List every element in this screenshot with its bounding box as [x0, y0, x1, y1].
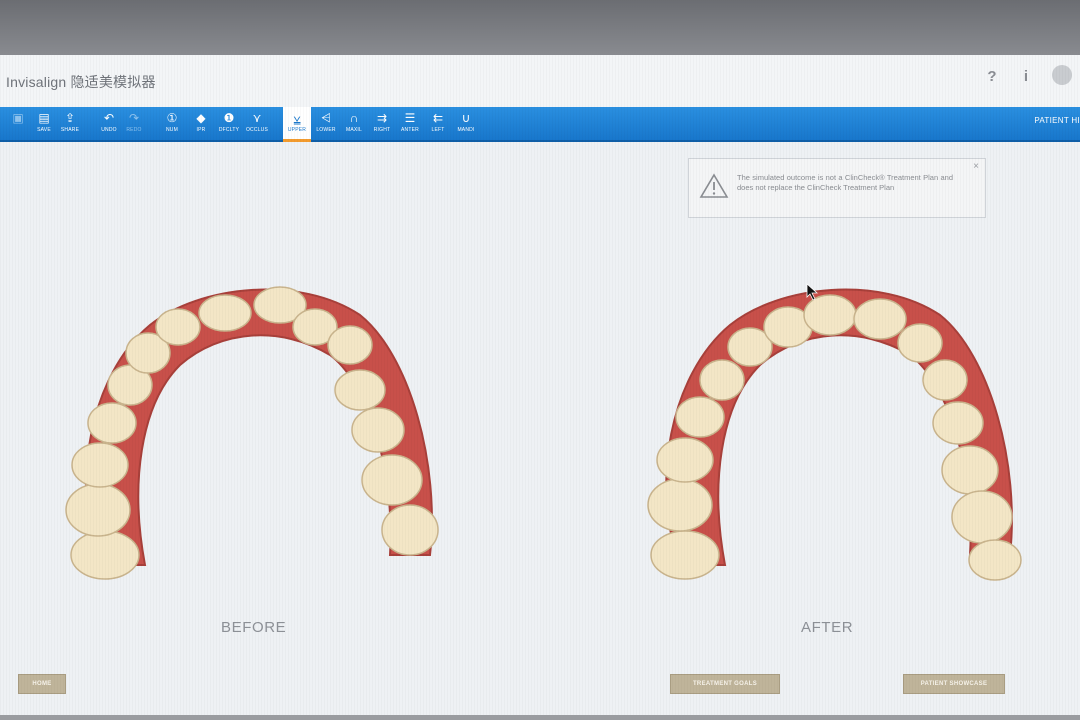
tooth [932, 401, 984, 445]
anterior-view-button[interactable]: ☰ ANTER [396, 107, 424, 140]
save-button[interactable]: ▤ SAVE [30, 107, 58, 140]
difficulty-button[interactable]: ❶ DFCLTY [215, 107, 243, 140]
left-view-icon: ⇇ [432, 111, 444, 125]
tooth [941, 445, 999, 495]
patient-showcase-button[interactable]: PATIENT SHOWCASE [903, 674, 1005, 694]
tooth [71, 442, 129, 488]
info-icon[interactable]: i [1018, 65, 1034, 87]
tooth [968, 539, 1022, 581]
occlusion-button[interactable]: ⋎ OCCLUS [243, 107, 271, 140]
before-arch-model[interactable] [60, 265, 460, 585]
maxillary-view-button[interactable]: ∩ MAXIL [340, 107, 368, 140]
right-view-button[interactable]: ⇉ RIGHT [368, 107, 396, 140]
redo-icon: ↷ [128, 111, 140, 125]
tooth [327, 325, 373, 365]
after-label: AFTER [801, 619, 854, 636]
app-window: Invisalign 隐适美模拟器 ? i ▣ ▤ SAVE ⇪ SHARE ↶… [0, 55, 1080, 715]
home-button[interactable]: HOME [18, 674, 66, 694]
warning-icon [699, 173, 729, 198]
tooth [381, 504, 439, 556]
mouse-cursor-icon [806, 283, 819, 301]
left-view-button[interactable]: ⇇ LEFT [424, 107, 452, 140]
user-avatar-icon[interactable] [1052, 65, 1072, 85]
lower-arch-icon: ⩤ [321, 111, 331, 125]
tooth [65, 483, 131, 537]
upper-arch-button[interactable]: ⩣ UPPER [283, 107, 311, 142]
title-icons: ? i [984, 65, 1072, 87]
undo-button[interactable]: ↶ UNDO [95, 107, 123, 140]
occlusion-icon: ⋎ [252, 111, 262, 125]
difficulty-icon: ❶ [223, 111, 235, 125]
mandibular-icon: ∪ [461, 111, 471, 125]
close-icon[interactable]: × [973, 161, 979, 172]
right-view-icon: ⇉ [376, 111, 388, 125]
tooth [351, 407, 405, 453]
tooth [803, 294, 857, 336]
ipr-icon: ◆ [196, 111, 206, 125]
main-toolbar: ▣ ▤ SAVE ⇪ SHARE ↶ UNDO ↷ REDO ① NUM ◆ I… [0, 107, 1080, 142]
mandibular-view-button[interactable]: ∪ MANDI [452, 107, 480, 140]
tooth [87, 402, 137, 444]
numbering-icon: ① [166, 111, 178, 125]
ipr-button[interactable]: ◆ IPR [187, 107, 215, 140]
app-title: Invisalign 隐适美模拟器 [6, 74, 156, 90]
tooth [361, 454, 423, 506]
tooth [897, 323, 943, 363]
redo-button[interactable]: ↷ REDO [120, 107, 148, 140]
tooth [334, 369, 386, 411]
tooth [853, 298, 907, 340]
tooth [650, 530, 720, 580]
before-label: BEFORE [221, 619, 287, 636]
treatment-goals-button[interactable]: TREATMENT GOALS [670, 674, 780, 694]
after-teeth-group [647, 294, 1022, 581]
lower-arch-button[interactable]: ⩤ LOWER [312, 107, 340, 140]
tooth [155, 308, 201, 346]
maxillary-icon: ∩ [349, 111, 359, 125]
tooth [699, 359, 745, 401]
help-icon[interactable]: ? [984, 65, 1000, 87]
after-arch-model[interactable] [640, 265, 1040, 585]
open-icon: ▣ [12, 111, 24, 125]
share-button[interactable]: ⇪ SHARE [56, 107, 84, 140]
numbering-button[interactable]: ① NUM [158, 107, 186, 140]
anterior-view-icon: ☰ [404, 111, 416, 125]
patient-info-link[interactable]: PATIENT HI [1034, 116, 1080, 125]
share-icon: ⇪ [64, 111, 76, 125]
tooth [198, 294, 252, 332]
undo-icon: ↶ [103, 111, 115, 125]
tooth [951, 490, 1013, 544]
open-button[interactable]: ▣ [4, 107, 32, 140]
tooth [647, 478, 713, 532]
disclaimer-text: The simulated outcome is not a ClinCheck… [737, 173, 953, 192]
upper-arch-icon: ⩣ [293, 111, 301, 125]
tooth [70, 530, 140, 580]
title-bar: Invisalign 隐适美模拟器 ? i [0, 55, 1080, 107]
disclaimer-notice: The simulated outcome is not a ClinCheck… [688, 158, 986, 218]
tooth [656, 437, 714, 483]
tooth [922, 359, 968, 401]
save-icon: ▤ [38, 111, 50, 125]
tooth [675, 396, 725, 438]
